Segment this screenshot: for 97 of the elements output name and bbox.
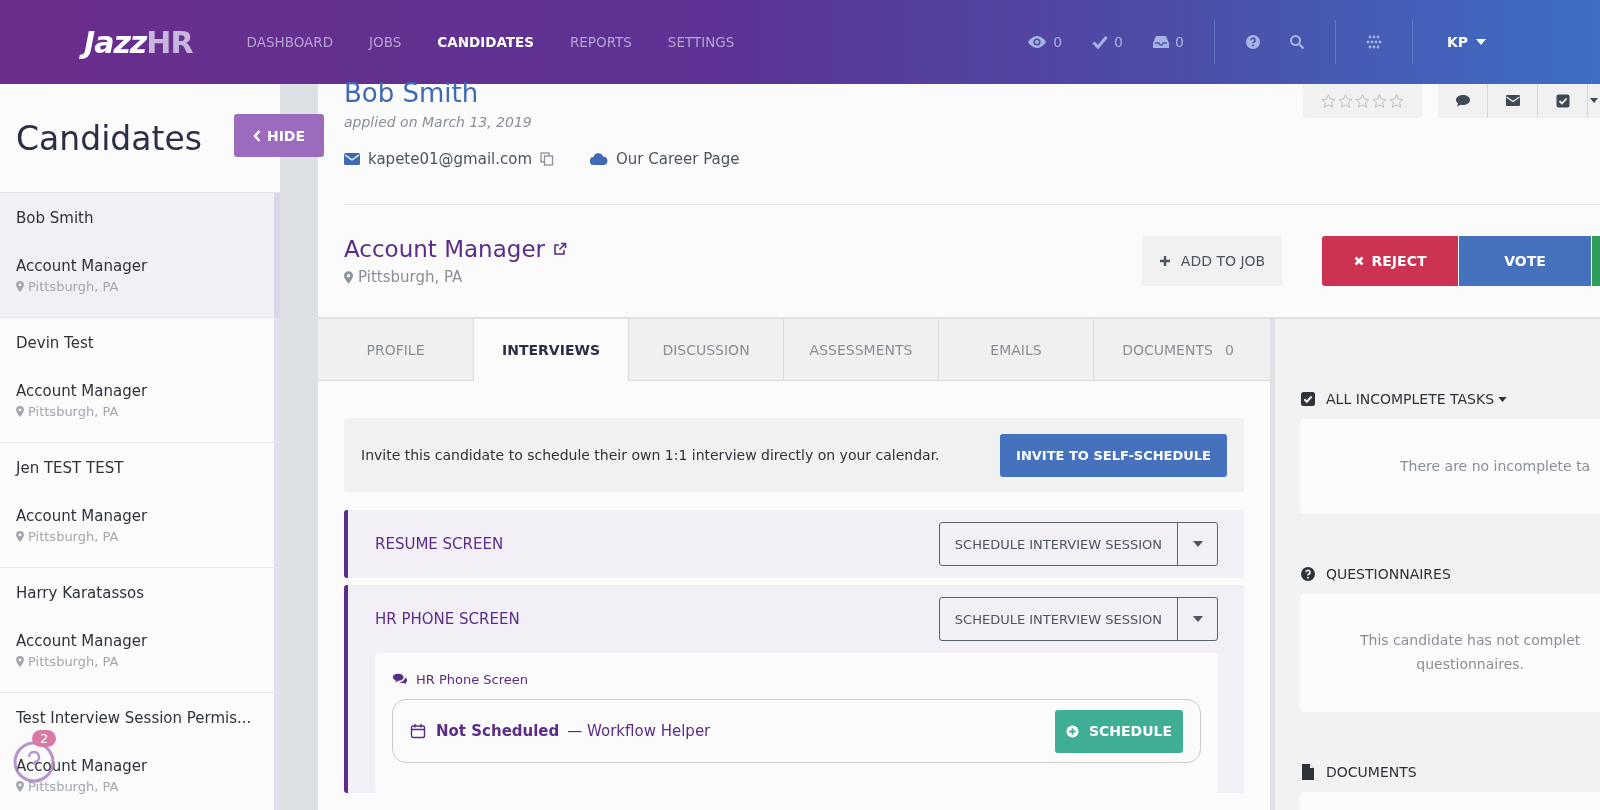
applied-date: applied on March 13, 2019	[344, 114, 533, 130]
candidate-location: Pittsburgh, PA	[28, 404, 119, 419]
stage-title: RESUME SCREEN	[375, 535, 504, 553]
star-icon[interactable]	[1389, 94, 1404, 108]
counter-value: 0	[1114, 34, 1123, 50]
candidate-list-item[interactable]: Devin Test Account Manager Pittsburgh, PA	[0, 318, 280, 443]
tab[interactable]: INTERVIEWS	[474, 319, 629, 381]
candidate-name: Bob Smith	[16, 209, 95, 227]
sidebar-title: Candidates	[16, 118, 202, 158]
star-icon[interactable]	[1338, 94, 1353, 108]
caret-icon	[1192, 541, 1203, 547]
document-icon	[1300, 764, 1316, 780]
nav-link[interactable]: SETTINGS	[667, 34, 735, 50]
nav-link[interactable]: REPORTS	[569, 34, 632, 50]
tab[interactable]: DISCUSSION	[629, 319, 784, 380]
section-title: QUESTIONNAIRES	[1326, 566, 1451, 582]
hide-button[interactable]: HIDE	[234, 114, 324, 157]
location-pin-icon	[16, 281, 24, 292]
star-icon[interactable]	[1355, 94, 1370, 108]
inbox-icon[interactable]	[1152, 34, 1169, 50]
nav-link[interactable]: DASHBOARD	[246, 34, 334, 50]
location-pin-icon	[16, 781, 24, 792]
candidate-location: Pittsburgh, PA	[28, 779, 119, 794]
session-status: Not Scheduled	[436, 722, 560, 740]
source-label: Our Career Page	[616, 150, 740, 168]
caret-icon	[1476, 39, 1486, 45]
empty-state-message: This candidate has not complet questionnaires.	[1360, 631, 1581, 674]
location-pin-icon	[16, 531, 24, 542]
star-icon[interactable]	[1321, 94, 1336, 108]
location-pin-icon	[344, 270, 353, 284]
star-rating[interactable]	[1303, 84, 1422, 118]
empty-state-message: There are no incomplete ta	[1400, 456, 1591, 476]
counter-value: 0	[1053, 34, 1063, 50]
user-menu-button[interactable]: KP	[1442, 30, 1490, 54]
candidate-name: Harry Karatassos	[16, 584, 145, 602]
vote-button[interactable]: VOTE	[1458, 236, 1591, 286]
candidate-list-item[interactable]: Jen TEST TEST Account Manager Pittsburgh, PA	[0, 443, 280, 568]
chevron-left-icon	[252, 129, 261, 142]
candidate-location: Pittsburgh, PA	[28, 279, 119, 294]
candidate-location: Pittsburgh, PA	[28, 529, 119, 544]
checkbox-icon	[1554, 93, 1571, 109]
cloud-icon	[590, 153, 609, 165]
job-title: Account Manager	[16, 382, 149, 400]
candidate-location: Pittsburgh, PA	[28, 654, 119, 669]
job-title-link[interactable]: Account Manager	[344, 236, 545, 262]
calendar-icon	[410, 723, 426, 739]
nav-link[interactable]: CANDIDATES	[437, 34, 534, 50]
email-address[interactable]: kapete01@gmail.com	[368, 150, 533, 168]
candidate-name: Bob Smith	[344, 78, 480, 108]
session-detail: — Workflow Helper	[567, 722, 711, 740]
job-title: Account Manager	[16, 757, 149, 775]
envelope-icon	[344, 151, 360, 167]
invite-message: Invite this candidate to schedule their own 1:1 interview directly on your calendar.	[361, 447, 940, 463]
copy-icon[interactable]	[540, 152, 555, 166]
envelope-icon	[1504, 93, 1521, 109]
reject-button[interactable]: REJECT	[1322, 236, 1458, 286]
checkbox-icon	[1300, 391, 1316, 407]
candidate-name: Test Interview Session Permis...	[16, 709, 253, 727]
job-title: Account Manager	[16, 257, 149, 275]
invite-to-self-schedule-button[interactable]: INVITE TO SELF-SCHEDULE	[1000, 433, 1227, 477]
tab[interactable]: ASSESSMENTS	[784, 319, 939, 380]
section-title: DOCUMENTS	[1326, 764, 1417, 780]
chat-bubbles-icon	[392, 671, 408, 687]
plus-circle-icon	[1065, 724, 1079, 738]
checkbox-button[interactable]	[1538, 84, 1588, 118]
apps-grid-icon[interactable]	[1365, 34, 1382, 50]
session-title: HR Phone Screen	[416, 671, 529, 687]
candidate-name: Devin Test	[16, 334, 95, 352]
advance-button[interactable]	[1591, 236, 1600, 286]
caret-icon	[1498, 396, 1508, 402]
caret-icon	[1192, 616, 1203, 622]
location-pin-icon	[16, 656, 24, 667]
stage-title: HR PHONE SCREEN	[375, 610, 520, 628]
star-icon[interactable]	[1372, 94, 1387, 108]
comment-button[interactable]	[1438, 84, 1488, 118]
job-location: Pittsburgh, PA	[358, 268, 463, 286]
question-icon	[1300, 566, 1316, 582]
job-title: Account Manager	[16, 632, 149, 650]
candidate-list-item[interactable]: Bob Smith Account Manager Pittsburgh, PA	[0, 193, 280, 318]
job-title: Account Manager	[16, 507, 149, 525]
location-pin-icon	[16, 406, 24, 417]
add-to-job-button[interactable]: ADD TO JOB	[1142, 236, 1282, 286]
candidate-name: Jen TEST TEST	[16, 459, 125, 477]
eye-icon[interactable]	[1027, 35, 1048, 49]
plus-icon	[1158, 255, 1171, 267]
check-icon[interactable]	[1092, 34, 1109, 50]
tab[interactable]: DOCUMENTS 0	[1094, 319, 1262, 380]
external-link-icon[interactable]	[553, 242, 567, 256]
section-dropdown[interactable]: ALL INCOMPLETE TASKS	[1326, 391, 1508, 407]
envelope-button[interactable]	[1488, 84, 1538, 118]
comment-icon	[1454, 93, 1471, 109]
search-icon[interactable]	[1288, 34, 1305, 50]
x-icon	[1353, 256, 1364, 266]
tab[interactable]: EMAILS	[939, 319, 1094, 380]
counter-value: 0	[1174, 34, 1184, 50]
nav-link[interactable]: JOBS	[369, 34, 402, 50]
candidate-list-item[interactable]: Harry Karatassos Account Manager Pittsburgh, PA	[0, 568, 280, 693]
